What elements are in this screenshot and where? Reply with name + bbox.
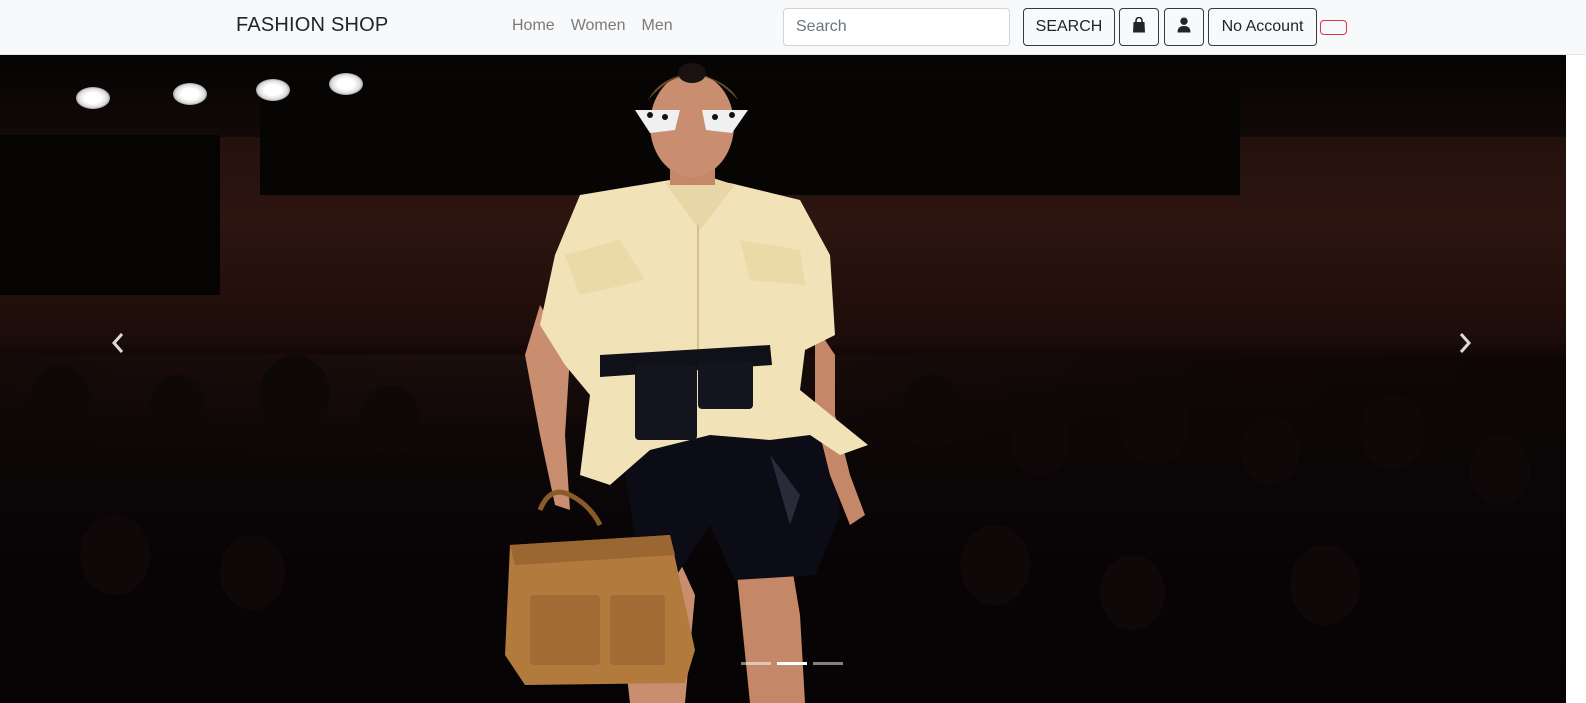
- nav-link-home[interactable]: Home: [512, 17, 555, 35]
- carousel-indicator-2[interactable]: [777, 662, 807, 665]
- carousel-indicator-3[interactable]: [813, 662, 843, 665]
- spotlight: [173, 83, 207, 105]
- chevron-left-icon: [110, 332, 126, 359]
- nav-link-women[interactable]: Women: [571, 17, 626, 35]
- carousel-prev-button[interactable]: [98, 325, 138, 365]
- hero-carousel: [0, 55, 1586, 703]
- top-navbar: FASHION SHOP Home Women Men SEARCH No Ac…: [0, 0, 1586, 55]
- stage-beam: [0, 135, 220, 295]
- carousel-indicators: [741, 662, 843, 665]
- search-button[interactable]: SEARCH: [1023, 8, 1115, 46]
- nav-links: Home Women Men: [512, 17, 673, 35]
- search-input[interactable]: [783, 8, 1010, 46]
- runway-model-photo: [505, 63, 868, 703]
- shopping-bag-icon: [1132, 16, 1146, 38]
- carousel-next-button[interactable]: [1445, 325, 1485, 365]
- spotlight: [76, 87, 110, 109]
- nav-link-men[interactable]: Men: [642, 17, 673, 35]
- page-edge: [1566, 55, 1586, 703]
- spotlight: [256, 79, 290, 101]
- brand-logo[interactable]: FASHION SHOP: [236, 14, 388, 37]
- cart-button[interactable]: [1119, 8, 1159, 46]
- spotlight: [329, 73, 363, 95]
- carousel-indicator-1[interactable]: [741, 662, 771, 665]
- account-button[interactable]: No Account: [1208, 8, 1317, 46]
- chevron-right-icon: [1457, 332, 1473, 359]
- user-button[interactable]: [1164, 8, 1204, 46]
- user-icon: [1177, 17, 1191, 38]
- logout-button[interactable]: [1320, 20, 1347, 35]
